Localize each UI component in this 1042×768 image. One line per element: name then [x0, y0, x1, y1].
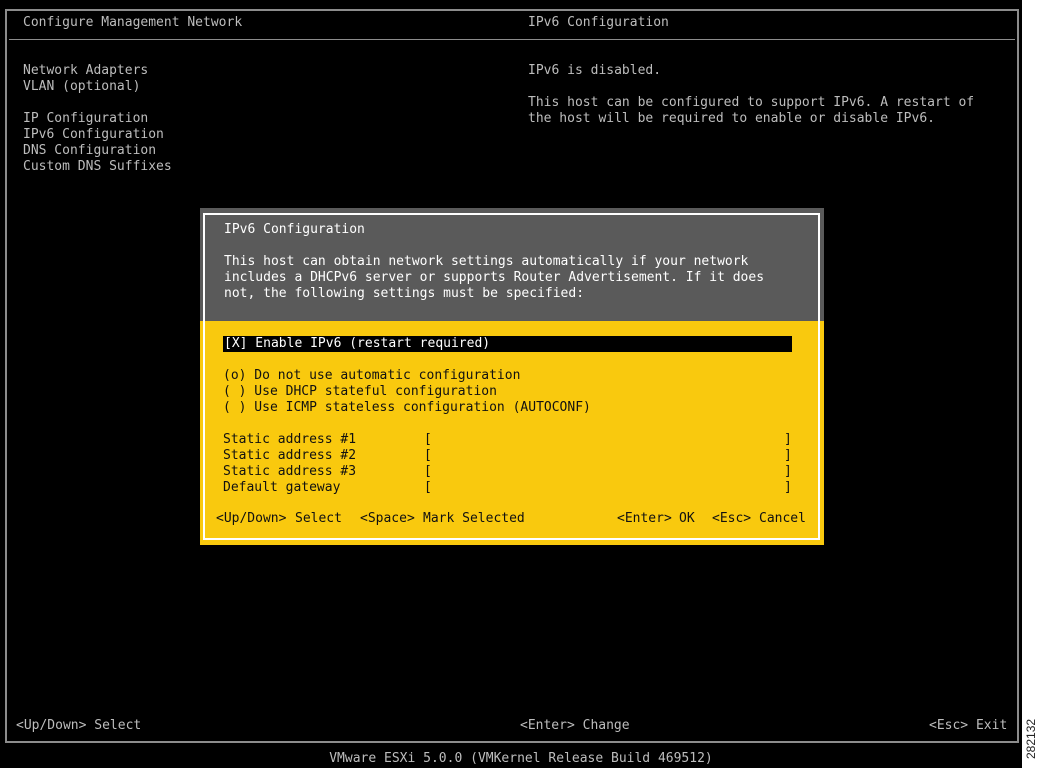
screen-title: Configure Management Network	[23, 15, 243, 30]
static-address-3-label: Static address #3	[223, 464, 357, 479]
ipv6-config-dialog: IPv6 Configuration This host can obtain …	[200, 208, 824, 545]
menu-item-ipv6-configuration[interactable]: IPv6 Configuration	[23, 127, 164, 143]
dialog-title: IPv6 Configuration	[224, 222, 365, 237]
space-action: Mark Selected	[423, 511, 525, 526]
radio-no-auto-config[interactable]: (o) Do not use automatic configuration	[223, 368, 520, 384]
bottom-change-hint: <Enter> Change	[520, 718, 630, 733]
dialog-footer: <Up/Down> Select <Space> Mark Selected <…	[216, 511, 808, 527]
menu-item-dns-configuration[interactable]: DNS Configuration	[23, 143, 156, 159]
enter-ok-button[interactable]: <Enter>	[617, 511, 672, 527]
field-open-bracket: [	[424, 464, 432, 479]
details-pane: IPv6 is disabled. This host can be confi…	[528, 63, 998, 143]
menu-item-ip-configuration[interactable]: IP Configuration	[23, 111, 148, 127]
field-close-bracket: ]	[784, 480, 792, 495]
bottom-select-hint: <Up/Down> Select	[16, 718, 142, 733]
pane-title: IPv6 Configuration	[528, 15, 669, 30]
field-open-bracket: [	[424, 432, 432, 447]
header-divider	[9, 39, 1015, 40]
bottom-exit-hint: <Esc> Exit	[929, 718, 1008, 733]
enable-ipv6-checkbox[interactable]: [X] Enable IPv6 (restart required)	[223, 336, 792, 352]
updown-action: Select	[295, 511, 342, 526]
field-close-bracket: ]	[784, 448, 792, 463]
menu-item-custom-dns-suffixes[interactable]: Custom DNS Suffixes	[23, 159, 172, 175]
ipv6-status-text: IPv6 is disabled.	[528, 63, 662, 78]
radio-dhcp-stateful[interactable]: ( ) Use DHCP stateful configuration	[223, 384, 497, 400]
static-address-1-label: Static address #1	[223, 432, 357, 447]
version-status-line: VMware ESXi 5.0.0 (VMKernel Release Buil…	[329, 751, 713, 766]
field-open-bracket: [	[424, 448, 432, 463]
cancel-label[interactable]: Cancel	[759, 511, 806, 527]
field-close-bracket: ]	[784, 464, 792, 479]
ok-label[interactable]: OK	[679, 511, 695, 527]
space-key: <Space>	[360, 511, 415, 526]
ipv6-info-text: This host can be configured to support I…	[528, 95, 975, 126]
esc-cancel-button[interactable]: <Esc>	[712, 511, 751, 527]
menu-item-network-adapters[interactable]: Network Adapters	[23, 63, 148, 79]
field-open-bracket: [	[424, 480, 432, 495]
field-close-bracket: ]	[784, 432, 792, 447]
menu-item-vlan[interactable]: VLAN (optional)	[23, 79, 140, 95]
default-gateway-label: Default gateway	[223, 480, 341, 495]
radio-icmp-stateless[interactable]: ( ) Use ICMP stateless configuration (AU…	[223, 400, 591, 416]
static-address-2-label: Static address #2	[223, 448, 357, 463]
updown-key: <Up/Down>	[216, 511, 287, 526]
side-margin-strip	[1022, 0, 1042, 768]
dialog-description: This host can obtain network settings au…	[224, 254, 765, 301]
